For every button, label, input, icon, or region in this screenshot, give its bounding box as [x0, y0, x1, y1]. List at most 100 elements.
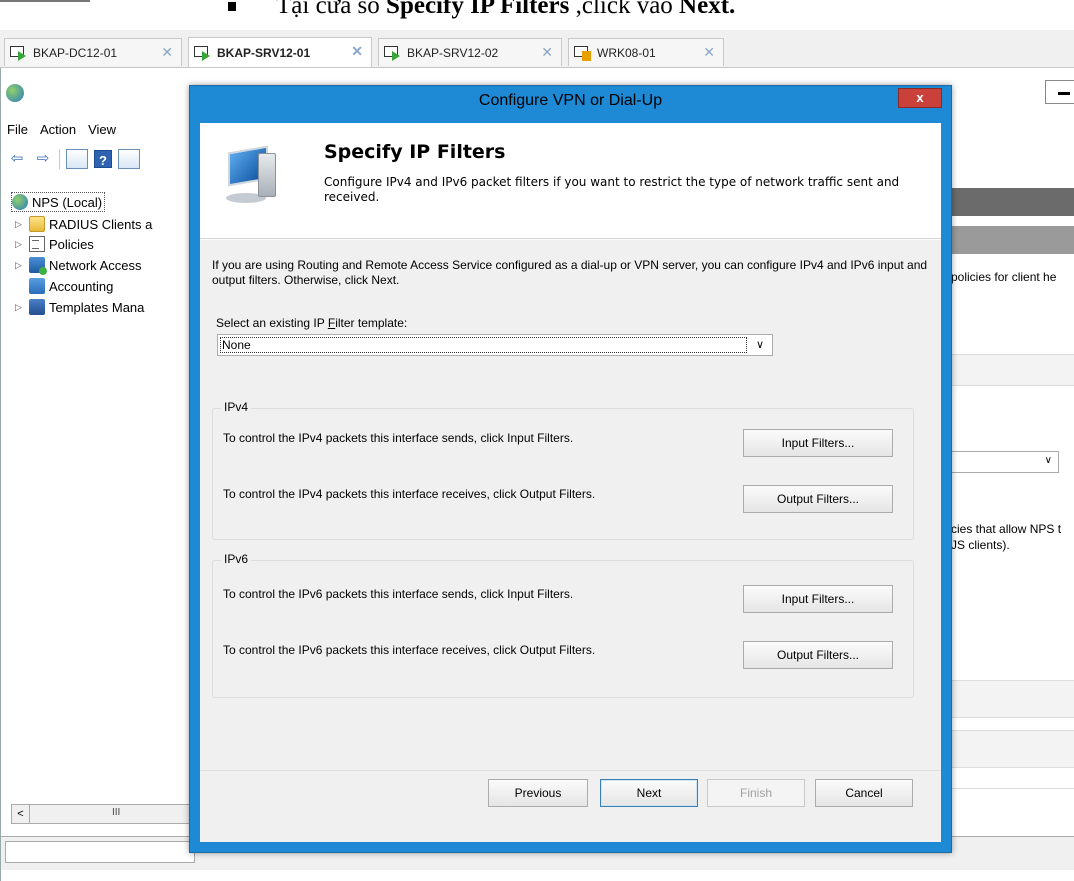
tree-item-label: Templates Mana [49, 299, 145, 315]
wizard-header: Specify IP Filters Configure IPv4 and IP… [200, 123, 941, 239]
menu-action[interactable]: Action [34, 120, 82, 140]
right-pane-text: cies that allow NPS t [951, 522, 1062, 536]
console-toolbar: ⇦ ⇨ ? [1, 146, 201, 172]
templates-icon [29, 299, 45, 315]
expand-arrow-icon[interactable]: ▷ [15, 219, 25, 230]
tree-item-accounting[interactable]: Accounting [29, 276, 113, 296]
network-access-icon [29, 257, 47, 275]
wizard-page-subtitle: Configure IPv4 and IPv6 packet filters i… [324, 175, 900, 204]
minimize-button[interactable] [1045, 80, 1074, 104]
tab-wrk08-01[interactable]: WRK08-01 ✕ [568, 38, 724, 66]
right-pane-text: policies for client he [951, 270, 1057, 284]
scroll-thumb[interactable]: III [112, 807, 120, 818]
tree-item-label: Policies [49, 236, 94, 252]
dialog-close-button[interactable]: x [898, 88, 942, 108]
tab-label: BKAP-SRV12-01 [217, 45, 311, 60]
status-cell [5, 841, 195, 863]
right-pane-divider [951, 788, 1074, 789]
vm-running-icon [9, 44, 29, 62]
bullet-icon [228, 2, 236, 11]
dialog-client-area: Specify IP Filters Configure IPv4 and IP… [200, 123, 941, 842]
tab-close-icon[interactable]: ✕ [351, 43, 363, 60]
computer-icon [222, 141, 288, 207]
ipv4-output-text: To control the IPv4 packets this interfa… [223, 487, 596, 501]
right-pane-dropdown[interactable]: ∨ [951, 451, 1059, 473]
chevron-down-icon: ∨ [1044, 455, 1052, 466]
ipv6-legend: IPv6 [221, 552, 252, 566]
tab-bkap-dc12-01[interactable]: BKAP-DC12-01 ✕ [4, 38, 182, 66]
wizard-footer: Previous Next Finish Cancel [200, 770, 941, 842]
expand-arrow-icon[interactable]: ▷ [15, 302, 25, 313]
ipv4-group: IPv4 To control the IPv4 packets this in… [212, 400, 914, 540]
expand-arrow-icon[interactable]: ▷ [15, 239, 25, 250]
intro-text: If you are using Routing and Remote Acce… [212, 258, 928, 287]
dialog-title: Configure VPN or Dial-Up [478, 92, 663, 109]
ipv6-output-filters-button[interactable]: Output Filters... [743, 641, 893, 669]
menu-bar: File Action View [1, 120, 122, 140]
tree-item-templates[interactable]: ▷ Templates Mana [15, 297, 144, 317]
ipv6-input-text: To control the IPv6 packets this interfa… [223, 587, 574, 601]
ipv6-group: IPv6 To control the IPv6 packets this in… [212, 552, 914, 698]
caption-rule [0, 0, 90, 2]
menu-file[interactable]: File [1, 120, 34, 140]
tree-item-radius-clients[interactable]: ▷ RADIUS Clients a [15, 214, 152, 234]
vm-running-icon [193, 44, 213, 62]
scroll-left-icon[interactable]: < [12, 805, 30, 823]
tree-item-label: Accounting [49, 278, 114, 294]
vm-paused-icon [573, 44, 593, 62]
right-pane-section [951, 680, 1074, 718]
ipv6-input-filters-button[interactable]: Input Filters... [743, 585, 893, 613]
cancel-button[interactable]: Cancel [815, 779, 913, 807]
folder-icon [29, 216, 45, 232]
expand-arrow-icon[interactable]: ▷ [15, 260, 25, 271]
previous-button[interactable]: Previous [488, 779, 588, 807]
tree-item-nps-local[interactable]: NPS (Local) [11, 192, 106, 212]
nps-globe-icon [6, 84, 24, 102]
console-tree: NPS (Local) ▷ RADIUS Clients a ▷ Policie… [11, 192, 201, 812]
ipv6-output-text: To control the IPv6 packets this interfa… [223, 643, 596, 657]
right-pane-subheader-bar [951, 226, 1074, 254]
ip-filter-template-select[interactable]: None ∨ [217, 334, 773, 356]
back-arrow-icon[interactable]: ⇦ [7, 149, 27, 169]
tab-label: BKAP-DC12-01 [33, 45, 118, 60]
right-pane-text: JS clients). [951, 538, 1010, 552]
tree-horizontal-scrollbar[interactable]: < III [11, 804, 191, 824]
chevron-down-icon[interactable]: ∨ [748, 335, 772, 355]
wizard-page-title: Specify IP Filters [324, 141, 506, 163]
tab-label: WRK08-01 [597, 45, 656, 60]
tree-item-label: NPS (Local) [32, 194, 103, 210]
show-hide-tree-icon[interactable] [66, 149, 88, 169]
configure-vpn-dialog: Configure VPN or Dial-Up x Specify IP Fi… [189, 85, 952, 853]
menu-view[interactable]: View [82, 120, 122, 140]
instruction-text: Tại cửa sổ Specify IP Filters ,click vào… [276, 0, 736, 19]
tab-close-icon[interactable]: ✕ [703, 44, 715, 61]
tab-close-icon[interactable]: ✕ [161, 44, 173, 61]
toolbar-separator [59, 149, 60, 169]
ipv4-output-filters-button[interactable]: Output Filters... [743, 485, 893, 513]
globe-icon [12, 194, 28, 210]
tree-item-policies[interactable]: ▷ Policies [15, 234, 94, 254]
next-button[interactable]: Next [600, 779, 698, 807]
tab-close-icon[interactable]: ✕ [541, 44, 553, 61]
document-icon [29, 236, 45, 252]
tab-bkap-srv12-02[interactable]: BKAP-SRV12-02 ✕ [378, 38, 562, 66]
wizard-body: If you are using Routing and Remote Acce… [200, 240, 941, 770]
properties-icon[interactable] [118, 149, 140, 169]
finish-button[interactable]: Finish [707, 779, 805, 807]
vm-tab-strip: BKAP-DC12-01 ✕ BKAP-SRV12-01 ✕ BKAP-SRV1… [0, 30, 1074, 68]
tree-item-label: Network Access [49, 257, 142, 273]
tab-bkap-srv12-01[interactable]: BKAP-SRV12-01 ✕ [188, 37, 372, 67]
right-pane-header-bar [951, 188, 1074, 216]
help-icon[interactable]: ? [94, 150, 112, 168]
ipv4-input-text: To control the IPv4 packets this interfa… [223, 431, 574, 445]
tab-label: BKAP-SRV12-02 [407, 45, 499, 60]
tree-item-network-access[interactable]: ▷ Network Access [15, 255, 141, 275]
vm-running-icon [383, 44, 403, 62]
right-pane-section [951, 354, 1074, 386]
forward-arrow-icon[interactable]: ⇨ [33, 149, 53, 169]
tree-item-label: RADIUS Clients a [49, 216, 153, 232]
accounting-icon [29, 278, 45, 294]
right-pane-section [951, 730, 1074, 768]
ipv4-legend: IPv4 [221, 400, 252, 414]
ipv4-input-filters-button[interactable]: Input Filters... [743, 429, 893, 457]
